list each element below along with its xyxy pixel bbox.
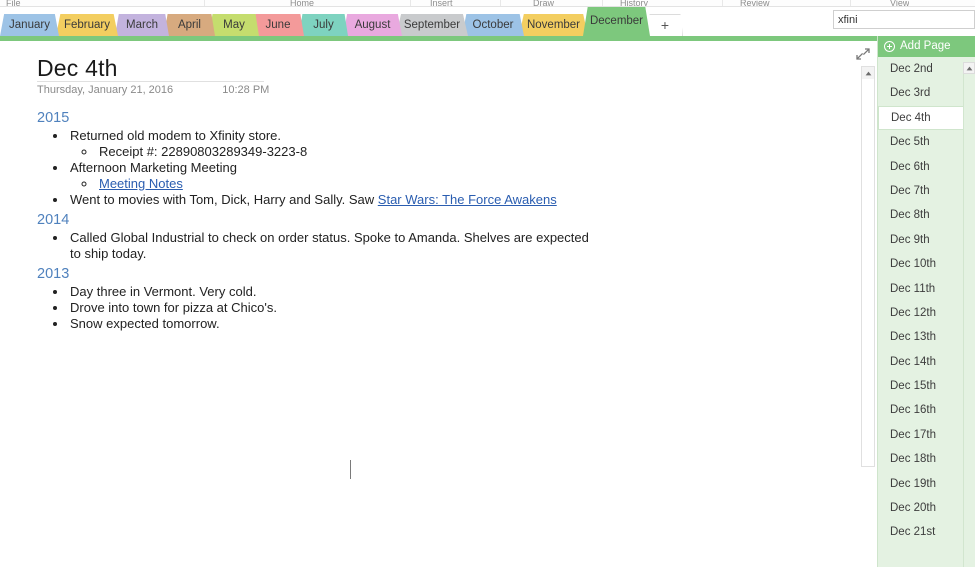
section-tab-label: December	[589, 15, 644, 27]
bullet-list: Called Global Industrial to check on ord…	[37, 230, 597, 262]
section-tab-may[interactable]: May	[209, 14, 259, 36]
page-list-scroll-up-button[interactable]	[963, 62, 975, 74]
expand-arrows-icon[interactable]	[855, 46, 871, 62]
page-list-item[interactable]: Dec 8th	[878, 203, 964, 227]
ribbon-group-home[interactable]: Home	[290, 0, 314, 6]
add-section-tab[interactable]: +	[647, 14, 683, 36]
page-list[interactable]: Dec 2nd Dec 3rd Dec 4th Dec 5th Dec 6th Dec 7…	[878, 57, 964, 545]
page-list-item[interactable]: Dec 17th	[878, 423, 964, 447]
sub-list-item[interactable]: Receipt #: 22890803289349-3223-8	[97, 144, 597, 160]
section-tab-label: October	[472, 19, 514, 31]
section-tab-label: March	[126, 19, 158, 31]
page-title[interactable]: Dec 4th	[37, 55, 118, 82]
text-cursor	[350, 460, 351, 479]
plus-icon: +	[660, 17, 670, 33]
section-tab-label: June	[265, 19, 291, 31]
page-list-item[interactable]: Dec 16th	[878, 398, 964, 422]
section-tab-strip: January February March April May June July Augu…	[0, 7, 975, 36]
sub-list-item[interactable]: Meeting Notes	[97, 176, 597, 192]
list-item[interactable]: Day three in Vermont. Very cold.	[68, 284, 597, 300]
section-tab-december[interactable]: December	[583, 7, 650, 36]
page-list-item[interactable]: Dec 3rd	[878, 81, 964, 105]
ribbon-group-insert[interactable]: Insert	[430, 0, 453, 6]
content-scrollbar[interactable]	[861, 66, 875, 467]
list-item[interactable]: Went to movies with Tom, Dick, Harry and…	[68, 192, 597, 208]
section-tab-label: May	[223, 19, 245, 31]
page-list-item[interactable]: Dec 9th	[878, 228, 964, 252]
year-heading: 2015	[37, 110, 70, 126]
section-tab-july[interactable]: July	[299, 14, 348, 36]
section-tab-april[interactable]: April	[164, 14, 215, 36]
section-tab-label: April	[177, 19, 201, 31]
scroll-up-button[interactable]	[862, 67, 874, 79]
list-item[interactable]: Called Global Industrial to check on ord…	[68, 230, 597, 262]
page-list-item[interactable]: Dec 15th	[878, 374, 964, 398]
page-list-item[interactable]: Dec 14th	[878, 350, 964, 374]
list-item[interactable]: Returned old modem to Xfinity store.Rece…	[68, 128, 597, 160]
page-time: 10:28 PM	[222, 84, 270, 96]
add-page-button[interactable]: Add Page	[878, 36, 975, 57]
page-list-item[interactable]: Dec 20th	[878, 496, 964, 520]
onenote-window: File Home Insert Draw History Review Vie…	[0, 0, 975, 567]
page-list-item[interactable]: Dec 6th	[878, 155, 964, 179]
search-input[interactable]	[834, 11, 975, 28]
page-list-item[interactable]: Dec 2nd	[878, 57, 964, 81]
page-list-item[interactable]: Dec 7th	[878, 179, 964, 203]
page-list-scrollbar[interactable]	[963, 62, 975, 567]
page-list-item[interactable]: Dec 10th	[878, 252, 964, 276]
page-list-item[interactable]: Dec 13th	[878, 325, 964, 349]
section-tab-february[interactable]: February	[56, 14, 118, 36]
list-item-text: Went to movies with Tom, Dick, Harry and…	[70, 192, 378, 207]
page-body[interactable]: 2015 Returned old modem to Xfinity store.…	[37, 109, 597, 335]
year-heading: 2013	[37, 266, 70, 282]
ribbon-sliver: File Home Insert Draw History Review Vie…	[0, 0, 975, 7]
sub-bullet-list: Meeting Notes	[70, 176, 597, 192]
section-tab-label: September	[403, 19, 461, 31]
section-tab-january[interactable]: January	[0, 14, 59, 36]
section-tab-label: August	[354, 19, 391, 31]
page-list-item[interactable]: Dec 5th	[878, 130, 964, 154]
sub-bullet-list: Receipt #: 22890803289349-3223-8	[70, 144, 597, 160]
bullet-list: Returned old modem to Xfinity store.Rece…	[37, 128, 597, 208]
section-tab-label: February	[63, 19, 111, 31]
section-tab-label: November	[526, 19, 581, 31]
ribbon-group-review[interactable]: Review	[740, 0, 770, 6]
list-item[interactable]: Drove into town for pizza at Chico's.	[68, 300, 597, 316]
section-tab-october[interactable]: October	[462, 14, 524, 36]
section-tab-november[interactable]: November	[519, 14, 588, 36]
ribbon-group-view[interactable]: View	[890, 0, 909, 6]
page-list-pane: Add Page Dec 2nd Dec 3rd Dec 4th Dec 5th Dec…	[877, 36, 975, 567]
ribbon-group-history[interactable]: History	[620, 0, 648, 6]
list-item[interactable]: Snow expected tomorrow.	[68, 316, 597, 332]
page-list-item[interactable]: Dec 11th	[878, 277, 964, 301]
section-tab-september[interactable]: September	[396, 14, 468, 36]
ribbon-group-file[interactable]: File	[6, 0, 21, 6]
section-tab-label: July	[313, 19, 334, 31]
ribbon-group-draw[interactable]: Draw	[533, 0, 554, 6]
hyperlink[interactable]: Star Wars: The Force Awakens	[378, 192, 557, 207]
section-tab-march[interactable]: March	[115, 14, 169, 36]
hyperlink[interactable]: Meeting Notes	[99, 176, 183, 191]
plus-circle-icon	[884, 41, 895, 52]
scrollbar-track[interactable]	[862, 80, 874, 466]
page-canvas[interactable]: Dec 4th Thursday, January 21, 2016 10:28…	[0, 41, 857, 567]
bullet-list: Day three in Vermont. Very cold.Drove in…	[37, 284, 597, 332]
page-list-item[interactable]: Dec 4th	[878, 105, 964, 131]
page-list-item[interactable]: Dec 18th	[878, 447, 964, 471]
year-heading: 2014	[37, 212, 70, 228]
title-divider	[37, 81, 264, 82]
page-date: Thursday, January 21, 2016	[37, 84, 174, 96]
search-box[interactable]: ✕ ▼	[833, 10, 975, 29]
section-tab-august[interactable]: August	[343, 14, 402, 36]
page-list-item[interactable]: Dec 12th	[878, 301, 964, 325]
section-tab-label: January	[9, 19, 50, 31]
page-list-item[interactable]: Dec 21st	[878, 520, 964, 544]
section-tab-june[interactable]: June	[252, 14, 304, 36]
page-timestamp: Thursday, January 21, 2016 10:28 PM	[37, 84, 269, 96]
list-item[interactable]: Afternoon Marketing MeetingMeeting Notes	[68, 160, 597, 192]
page-list-item[interactable]: Dec 19th	[878, 472, 964, 496]
add-page-label: Add Page	[900, 40, 951, 52]
